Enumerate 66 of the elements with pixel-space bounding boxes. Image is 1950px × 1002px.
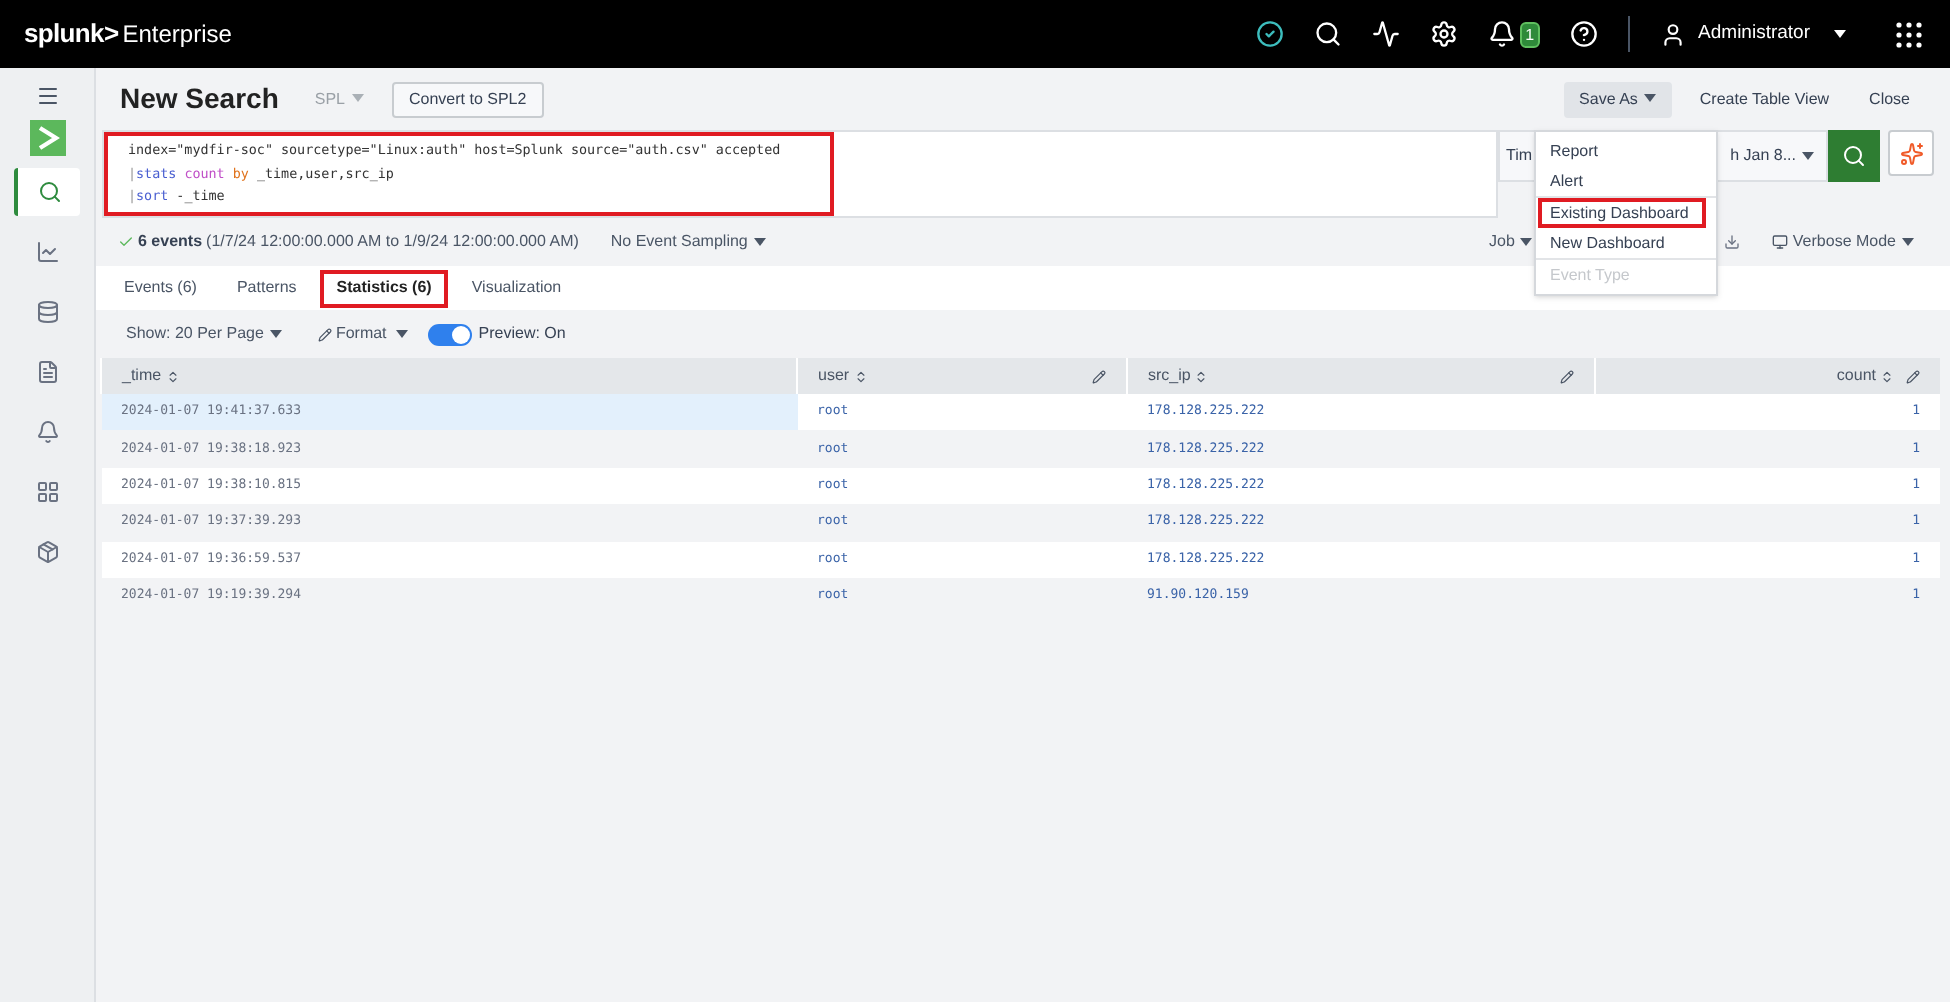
sidebar-item[interactable] bbox=[14, 168, 80, 216]
sort-icon[interactable] bbox=[165, 369, 180, 383]
tab[interactable]: Visualization bbox=[455, 269, 578, 307]
menu-item[interactable]: New Dashboard bbox=[1538, 228, 1706, 258]
settings-icon[interactable] bbox=[1429, 20, 1458, 48]
health-check-icon[interactable] bbox=[1255, 20, 1284, 48]
bell-icon bbox=[35, 420, 59, 444]
caret-icon bbox=[1802, 152, 1814, 160]
sort-icon[interactable] bbox=[1880, 369, 1894, 383]
caret-icon bbox=[396, 330, 409, 338]
menu-item[interactable]: Existing Dashboard bbox=[1538, 198, 1706, 228]
search-icon bbox=[1842, 144, 1866, 168]
mode-dropdown[interactable]: Verbose Mode bbox=[1772, 230, 1914, 254]
job-dropdown[interactable]: Job bbox=[1489, 230, 1533, 254]
save-as-button[interactable]: Save As bbox=[1563, 81, 1672, 117]
check-icon bbox=[118, 234, 134, 250]
format-button[interactable]: Format bbox=[317, 322, 409, 346]
apps-icon bbox=[35, 480, 59, 504]
document-icon bbox=[35, 360, 59, 384]
caret-icon bbox=[351, 94, 363, 103]
caret-icon bbox=[753, 237, 766, 246]
search-icon[interactable] bbox=[1313, 20, 1342, 48]
apps-grid-icon[interactable] bbox=[1896, 21, 1922, 47]
sampling-dropdown[interactable]: No Event Sampling bbox=[610, 230, 766, 254]
event-count: 6 events bbox=[138, 230, 203, 254]
page-size-dropdown[interactable]: Show: 20 Per Page bbox=[126, 322, 282, 346]
user-icon bbox=[1660, 21, 1687, 47]
pencil-icon bbox=[317, 327, 332, 341]
tab[interactable]: Statistics (6) bbox=[320, 269, 448, 307]
tab[interactable]: Events (6) bbox=[108, 269, 213, 307]
header-link[interactable]: Create Table View bbox=[1687, 81, 1842, 117]
menu-item[interactable]: Report bbox=[1538, 136, 1706, 166]
sort-icon[interactable] bbox=[853, 369, 868, 383]
page-title: New Search bbox=[120, 80, 279, 118]
search-icon bbox=[37, 180, 61, 204]
preview-label: Preview: On bbox=[478, 322, 566, 346]
activity-icon[interactable] bbox=[1371, 20, 1400, 48]
header-link[interactable]: Close bbox=[1857, 81, 1922, 117]
pencil-icon[interactable] bbox=[1906, 369, 1920, 383]
line-chart-icon bbox=[35, 240, 59, 264]
pencil-icon[interactable] bbox=[1092, 369, 1106, 383]
menu-icon[interactable] bbox=[35, 84, 59, 108]
sparkle-icon bbox=[1899, 141, 1923, 165]
notification-badge: 1 bbox=[1519, 21, 1541, 47]
box-icon bbox=[35, 540, 59, 564]
database-icon bbox=[35, 300, 59, 324]
menu-item[interactable]: Alert bbox=[1538, 166, 1706, 196]
splunk-logo[interactable]: splunk>Enterprise bbox=[24, 14, 232, 54]
caret-icon bbox=[269, 329, 282, 338]
assistant-button[interactable] bbox=[1888, 130, 1934, 176]
pencil-icon[interactable] bbox=[1560, 369, 1574, 383]
user-menu[interactable]: Administrator bbox=[1660, 19, 1846, 49]
search-button[interactable] bbox=[1828, 130, 1880, 182]
time-range: (1/7/24 12:00:00.000 AM to 1/9/24 12:00:00.000 AM) bbox=[206, 230, 579, 254]
caret-icon bbox=[1520, 237, 1533, 246]
help-icon[interactable] bbox=[1570, 20, 1599, 48]
caret-icon bbox=[1643, 94, 1656, 103]
preview-toggle[interactable] bbox=[428, 323, 473, 345]
download-icon[interactable] bbox=[1724, 234, 1741, 250]
caret-icon bbox=[1902, 238, 1914, 246]
sort-icon[interactable] bbox=[1194, 369, 1209, 383]
tab[interactable]: Patterns bbox=[220, 269, 313, 307]
convert-button[interactable]: Convert to SPL2 bbox=[391, 81, 545, 117]
monitor-icon bbox=[1772, 234, 1789, 250]
caret-icon bbox=[1834, 30, 1846, 38]
bell-icon[interactable] bbox=[1487, 20, 1516, 48]
